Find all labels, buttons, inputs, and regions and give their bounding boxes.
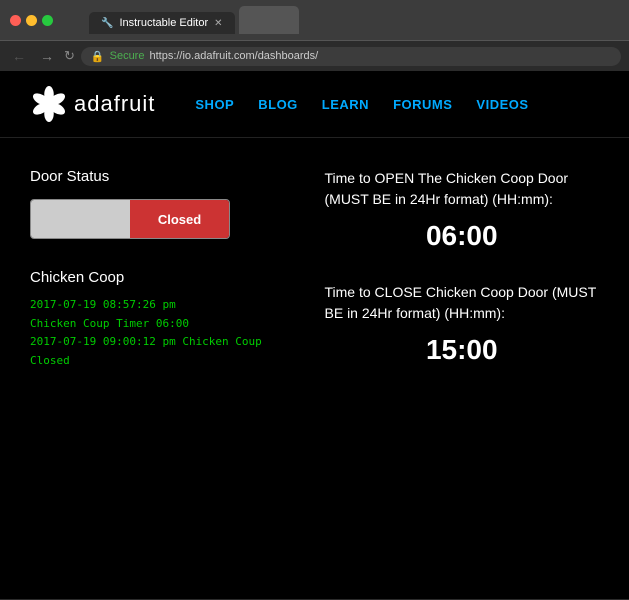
adafruit-logo-icon [30, 85, 68, 123]
secure-label: Secure [110, 50, 145, 62]
address-bar[interactable]: 🔒 Secure https://io.adafruit.com/dashboa… [81, 47, 621, 66]
secure-lock-icon: 🔒 [91, 50, 105, 63]
log-line-2: Chicken Coup Timer 06:00 [30, 315, 305, 334]
nav-forums[interactable]: FORUMS [393, 97, 452, 112]
toggle-open-side[interactable] [31, 200, 130, 238]
nav-videos[interactable]: VIDEOS [476, 97, 528, 112]
nav-blog[interactable]: BLOG [258, 97, 298, 112]
url-text: https://io.adafruit.com/dashboards/ [149, 50, 611, 62]
toggle-closed-side[interactable]: Closed [130, 200, 229, 238]
open-time-label: Time to OPEN The Chicken Coop Door (MUST… [325, 168, 600, 210]
refresh-button[interactable]: ↻ [64, 48, 75, 64]
site-nav: SHOP BLOG LEARN FORUMS VIDEOS [195, 97, 528, 112]
close-time-label: Time to CLOSE Chicken Coop Door (MUST BE… [325, 282, 600, 324]
site-content: Door Status Closed Chicken Coop 2017-07-… [0, 138, 629, 426]
door-status-toggle[interactable]: Closed [30, 199, 230, 239]
forward-button[interactable]: → [36, 46, 58, 66]
site-wrapper: adafruit SHOP BLOG LEARN FORUMS VIDEOS D… [0, 71, 629, 599]
back-button[interactable]: ← [8, 46, 30, 66]
log-line-3: 2017-07-19 09:00:12 pm Chicken Coup [30, 333, 305, 352]
nav-shop[interactable]: SHOP [195, 97, 234, 112]
right-panel: Time to OPEN The Chicken Coop Door (MUST… [325, 168, 600, 396]
tab-favicon: 🔧 [101, 18, 113, 29]
browser-titlebar: 🔧 Instructable Editor ✕ [0, 0, 629, 40]
logo-text: adafruit [74, 91, 155, 117]
traffic-lights [10, 15, 53, 26]
chicken-coop-log: 2017-07-19 08:57:26 pm Chicken Coup Time… [30, 296, 305, 371]
site-header: adafruit SHOP BLOG LEARN FORUMS VIDEOS [0, 71, 629, 138]
close-window-button[interactable] [10, 15, 21, 26]
chicken-coop-title: Chicken Coop [30, 269, 305, 286]
minimize-window-button[interactable] [26, 15, 37, 26]
log-line-1: 2017-07-19 08:57:26 pm [30, 296, 305, 315]
door-status-title: Door Status [30, 168, 305, 185]
inactive-tab[interactable] [239, 6, 299, 34]
open-time-section: Time to OPEN The Chicken Coop Door (MUST… [325, 168, 600, 252]
tab-close-button[interactable]: ✕ [214, 18, 222, 29]
url-main: https://io.adafruit.com/ [149, 50, 257, 62]
log-line-4: Closed [30, 352, 305, 371]
close-time-value: 15:00 [325, 334, 600, 366]
logo-area: adafruit [30, 85, 155, 123]
active-tab[interactable]: 🔧 Instructable Editor ✕ [89, 12, 235, 34]
nav-learn[interactable]: LEARN [322, 97, 369, 112]
tab-label: Instructable Editor [119, 17, 208, 29]
left-panel: Door Status Closed Chicken Coop 2017-07-… [30, 168, 305, 396]
maximize-window-button[interactable] [42, 15, 53, 26]
close-time-section: Time to CLOSE Chicken Coop Door (MUST BE… [325, 282, 600, 366]
browser-toolbar: ← → ↻ 🔒 Secure https://io.adafruit.com/d… [0, 40, 629, 71]
browser-chrome: 🔧 Instructable Editor ✕ ← → ↻ 🔒 Secure h… [0, 0, 629, 71]
open-time-value: 06:00 [325, 220, 600, 252]
url-suffix: dashboards/ [258, 50, 319, 62]
